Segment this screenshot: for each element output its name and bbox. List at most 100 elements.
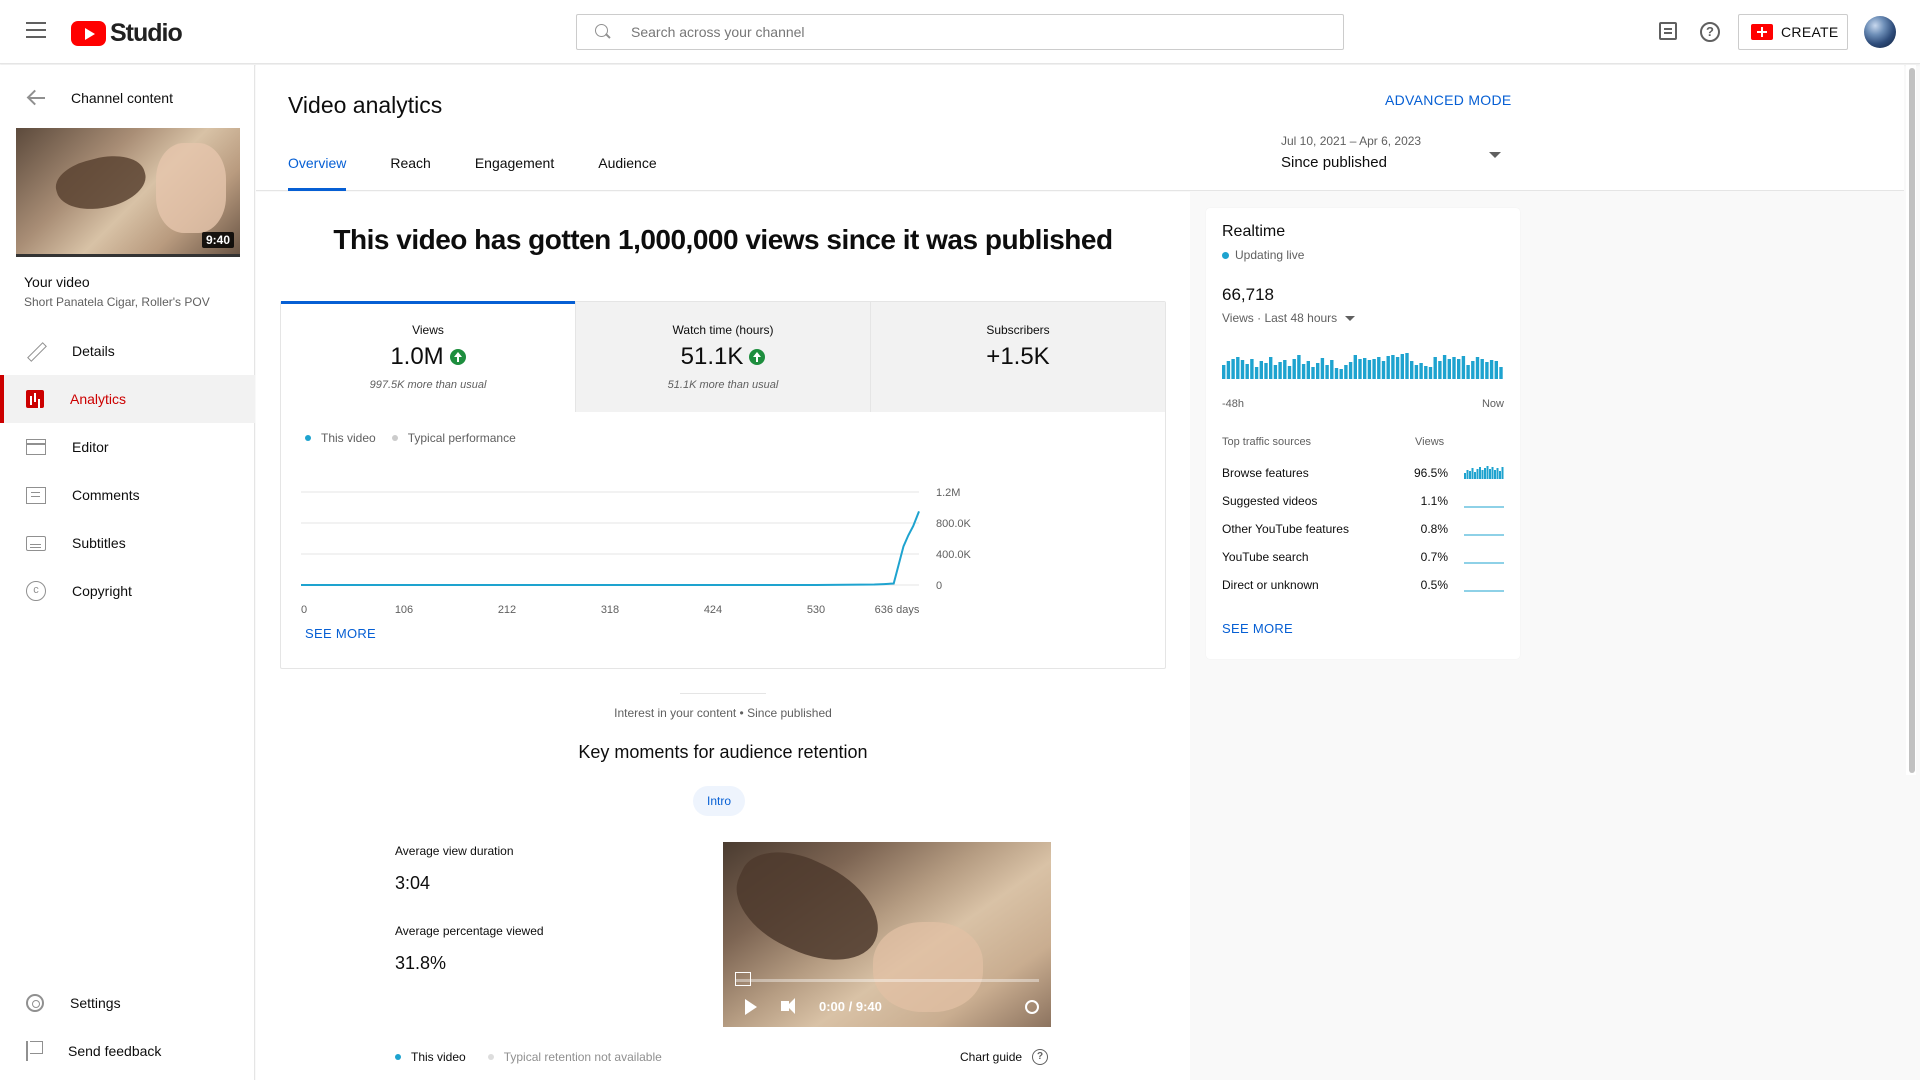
sidebar-nav: Details Analytics Editor Comments Subtit… [0, 327, 255, 615]
realtime-bar [1391, 355, 1395, 379]
avatar[interactable] [1864, 16, 1896, 48]
sparkline-bar [1489, 469, 1491, 479]
realtime-bar [1494, 361, 1498, 379]
sidebar-item-comments[interactable]: Comments [0, 471, 255, 519]
studio-logo[interactable]: Studio [71, 19, 183, 48]
sparkline-bar [1476, 469, 1479, 479]
realtime-bar [1292, 359, 1296, 379]
metric-tab-views[interactable]: Views 1.0M 997.5K more than usual [281, 301, 576, 412]
tab-audience[interactable]: Audience [598, 155, 656, 191]
volume-icon[interactable] [781, 998, 795, 1014]
realtime-bar [1405, 353, 1409, 379]
traffic-source-row[interactable]: Direct or unknown 0.5% [1222, 575, 1504, 603]
see-more-link[interactable]: SEE MORE [305, 626, 376, 641]
realtime-bar [1222, 365, 1226, 379]
chart-guide-link[interactable]: Chart guide ? [960, 1049, 1049, 1065]
realtime-bar [1264, 363, 1268, 379]
realtime-bar [1339, 369, 1343, 379]
x-tick-label: 318 [601, 604, 619, 616]
traffic-source-sparkline [1464, 466, 1504, 479]
intro-chip[interactable]: Intro [693, 786, 745, 816]
sparkline-bar [1464, 473, 1466, 479]
sparkline-bar [1466, 470, 1469, 479]
realtime-bar [1297, 355, 1301, 379]
tab-reach[interactable]: Reach [390, 155, 430, 191]
create-button[interactable]: CREATE [1738, 14, 1848, 50]
realtime-bar [1358, 359, 1362, 379]
thumbnail-progress [16, 254, 240, 257]
realtime-period-dropdown[interactable]: Views · Last 48 hours [1222, 311, 1356, 325]
sparkline-bar [1484, 468, 1486, 479]
realtime-bar [1226, 361, 1231, 379]
date-range-picker[interactable]: Jul 10, 2021 – Apr 6, 2023 Since publish… [1281, 134, 1511, 178]
metric-comparison: 51.1K more than usual [667, 379, 779, 391]
page-title: Video analytics [288, 92, 443, 118]
realtime-bar [1438, 361, 1442, 379]
legend-label: Typical retention not available [503, 1050, 662, 1064]
metric-tab-watch-time[interactable]: Watch time (hours) 51.1K 51.1K more than… [576, 302, 871, 412]
sidebar-item-label: Subtitles [72, 535, 126, 551]
analytics-tabs: Overview Reach Engagement Audience [288, 155, 701, 191]
traffic-source-row[interactable]: YouTube search 0.7% [1222, 547, 1504, 575]
overview-content: This video has gotten 1,000,000 views si… [256, 192, 1190, 1080]
realtime-bar [1400, 354, 1404, 379]
realtime-bar [1254, 367, 1259, 379]
sidebar: Channel content 9:40 Your video Short Pa… [0, 65, 255, 1080]
see-more-link[interactable]: SEE MORE [1222, 621, 1293, 636]
traffic-source-sparkline [1464, 562, 1504, 564]
tab-engagement[interactable]: Engagement [475, 155, 554, 191]
views-chart[interactable]: 0 400.0K 800.0K 1.2M 0 106 212 318 424 530 636 day… [281, 462, 1165, 622]
realtime-live-status: Updating live [1222, 248, 1304, 262]
comments-icon [26, 486, 46, 504]
y-tick-label: 800.0K [936, 518, 972, 530]
scrollbar-thumb[interactable] [1909, 68, 1915, 773]
tab-overview[interactable]: Overview [288, 155, 347, 191]
sidebar-item-send-feedback[interactable]: Send feedback [0, 1027, 255, 1075]
advanced-mode-link[interactable]: ADVANCED MODE [1385, 92, 1512, 108]
traffic-source-row[interactable]: Other YouTube features 0.8% [1222, 519, 1504, 547]
sidebar-item-subtitles[interactable]: Subtitles [0, 519, 255, 567]
live-label: Updating live [1235, 248, 1305, 262]
video-thumbnail[interactable]: 9:40 [16, 128, 240, 254]
messages-icon[interactable] [1659, 22, 1677, 40]
realtime-bar [1424, 366, 1428, 379]
retention-title: Key moments for audience retention [578, 742, 868, 762]
realtime-bar [1306, 361, 1310, 379]
search-bar[interactable] [576, 14, 1344, 50]
traffic-source-row[interactable]: Suggested videos 1.1% [1222, 491, 1504, 519]
video-player[interactable]: 0:00 / 9:40 [723, 842, 1051, 1027]
metric-tab-subscribers[interactable]: Subscribers +1.5K [871, 302, 1165, 412]
realtime-bar-chart[interactable] [1222, 353, 1504, 395]
realtime-bar [1466, 365, 1470, 379]
realtime-bar [1480, 359, 1484, 379]
metric-value-row: 1.0M [281, 343, 575, 371]
trend-up-icon [749, 349, 766, 365]
play-icon[interactable] [745, 999, 757, 1015]
sidebar-item-editor[interactable]: Editor [0, 423, 255, 471]
traffic-source-name: Suggested videos [1222, 494, 1318, 508]
sidebar-item-label: Analytics [70, 391, 127, 407]
back-to-channel-content[interactable]: Channel content [0, 83, 255, 113]
sidebar-item-copyright[interactable]: c Copyright [0, 567, 255, 615]
search-input[interactable] [631, 24, 1311, 40]
help-icon[interactable]: ? [1700, 22, 1720, 42]
sidebar-item-label: Copyright [72, 583, 132, 599]
sidebar-item-analytics[interactable]: Analytics [0, 375, 255, 423]
sidebar-item-details[interactable]: Details [0, 327, 255, 375]
realtime-bar [1461, 356, 1466, 379]
x-tick-label: 424 [704, 604, 722, 616]
chevron-down-icon [1345, 315, 1356, 321]
chapter-icon [735, 972, 751, 986]
sidebar-item-label: Editor [72, 439, 109, 455]
realtime-axis-end: Now [1481, 398, 1504, 410]
chart-guide-label: Chart guide [960, 1050, 1023, 1064]
player-progress-bar[interactable] [735, 979, 1039, 982]
sparkline-bar [1486, 466, 1489, 479]
menu-icon[interactable] [26, 22, 46, 38]
player-settings-icon[interactable] [1025, 1000, 1039, 1014]
realtime-bar [1273, 365, 1278, 379]
sidebar-item-settings[interactable]: Settings [0, 979, 255, 1027]
sparkline-bar [1474, 472, 1476, 479]
traffic-source-row[interactable]: Browse features 96.5% [1222, 463, 1504, 491]
legend-typical: Typical performance [391, 431, 516, 445]
